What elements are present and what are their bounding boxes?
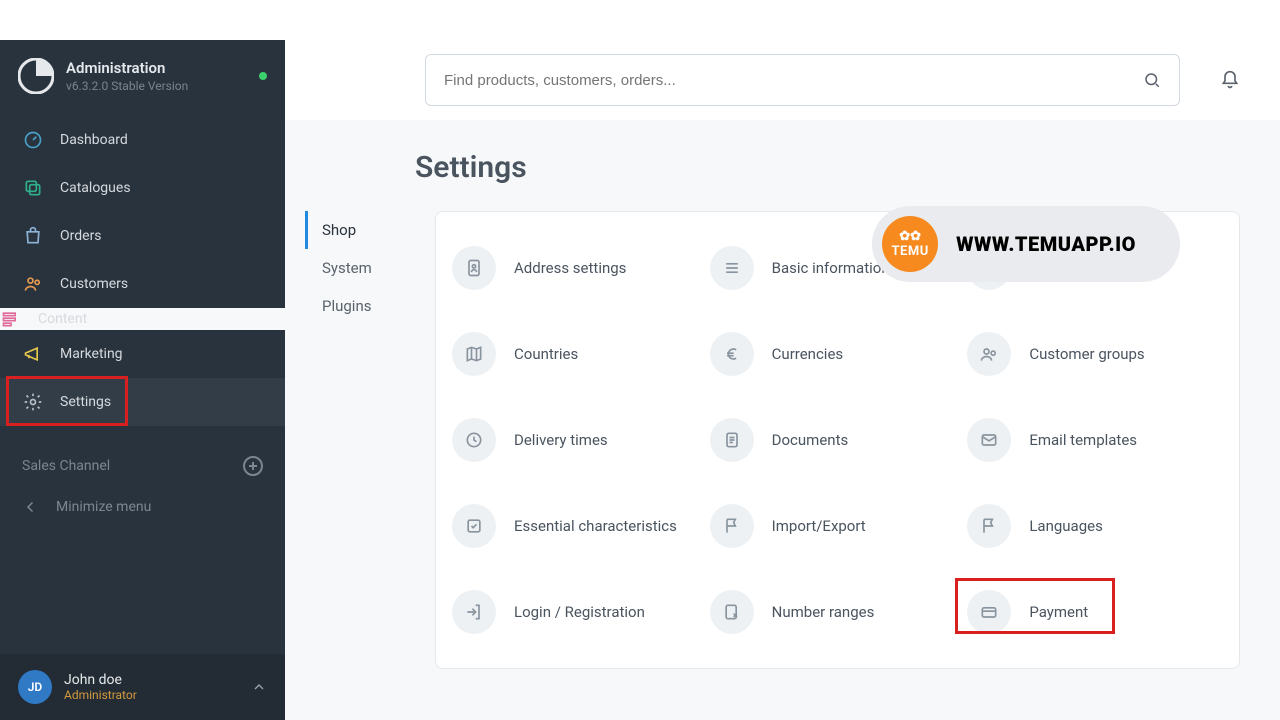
tile-number-ranges[interactable]: Number ranges xyxy=(704,586,952,638)
tile-delivery-times[interactable]: Delivery times xyxy=(446,414,694,466)
euro-icon xyxy=(710,332,754,376)
nav-label: Customers xyxy=(60,276,128,292)
tile-login-registration[interactable]: Login / Registration xyxy=(446,586,694,638)
avatar: JD xyxy=(18,670,52,704)
tile-label: Payment xyxy=(1029,603,1088,621)
nav-item-dashboard[interactable]: Dashboard xyxy=(0,116,285,164)
tile-label: Import/Export xyxy=(772,517,866,535)
nav-label: Marketing xyxy=(60,346,123,362)
tab-shop[interactable]: Shop xyxy=(305,211,415,249)
tile-label: Customer groups xyxy=(1029,345,1144,363)
tile-customer-groups[interactable]: Customer groups xyxy=(961,328,1209,380)
tile-email-templates[interactable]: Email templates xyxy=(961,414,1209,466)
nav-label: Dashboard xyxy=(60,132,128,148)
nav-label: Content xyxy=(38,311,87,327)
tile-label: Address settings xyxy=(514,259,626,277)
tile-payment[interactable]: Payment xyxy=(961,586,1209,638)
watermark-badge: ✿✿ TEMU WWW.TEMUAPP.IO xyxy=(872,206,1180,282)
chevron-left-icon xyxy=(22,498,40,516)
user-role: Administrator xyxy=(64,688,137,702)
tile-label: Documents xyxy=(772,431,849,449)
map-icon xyxy=(452,332,496,376)
tile-label: Currencies xyxy=(772,345,844,363)
minimize-label: Minimize menu xyxy=(56,499,151,515)
tab-system[interactable]: System xyxy=(305,249,415,287)
nav-item-marketing[interactable]: Marketing xyxy=(0,330,285,378)
gear-icon xyxy=(22,391,44,413)
nav-item-catalogues[interactable]: Catalogues xyxy=(0,164,285,212)
temu-logo-text: TEMU xyxy=(891,245,928,258)
tile-label: Essential characteristics xyxy=(514,517,677,535)
clock-icon xyxy=(452,418,496,462)
nav-label: Catalogues xyxy=(60,180,131,196)
tile-currencies[interactable]: Currencies xyxy=(704,328,952,380)
app-root: Administration v6.3.2.0 Stable Version D… xyxy=(0,40,1280,720)
tile-essential-characteristics[interactable]: Essential characteristics xyxy=(446,500,694,552)
tile-countries[interactable]: Countries xyxy=(446,328,694,380)
tab-plugins[interactable]: Plugins xyxy=(305,287,415,325)
nav-label: Settings xyxy=(60,394,111,410)
sales-channel-header: Sales Channel xyxy=(0,432,285,484)
watermark-text: WWW.TEMUAPP.IO xyxy=(956,232,1136,256)
id-badge-icon xyxy=(452,246,496,290)
tile-label: Email templates xyxy=(1029,431,1137,449)
primary-nav: Dashboard Catalogues Orders Customers Co… xyxy=(0,106,285,432)
settings-grid: Address settings Basic information Cart … xyxy=(446,242,1209,638)
main: Settings Shop System Plugins Address set… xyxy=(285,40,1280,720)
notifications-button[interactable] xyxy=(1220,70,1240,90)
user-bar[interactable]: JD John doe Administrator xyxy=(0,654,285,720)
flag-icon xyxy=(967,504,1011,548)
gauge-icon xyxy=(22,129,44,151)
users-group-icon xyxy=(967,332,1011,376)
search-input-wrapper[interactable] xyxy=(425,54,1180,106)
nav-item-orders[interactable]: Orders xyxy=(0,212,285,260)
login-icon xyxy=(452,590,496,634)
search-input[interactable] xyxy=(444,72,1143,89)
chevron-up-icon xyxy=(251,679,267,695)
tile-label: Basic information xyxy=(772,259,890,277)
user-info: John doe Administrator xyxy=(64,672,137,702)
nav-item-customers[interactable]: Customers xyxy=(0,260,285,308)
sidebar: Administration v6.3.2.0 Stable Version D… xyxy=(0,40,285,720)
tile-documents[interactable]: Documents xyxy=(704,414,952,466)
user-name: John doe xyxy=(64,672,137,688)
brand-logo-icon xyxy=(18,58,54,94)
app-title: Administration xyxy=(66,59,247,77)
menu-lines-icon xyxy=(710,246,754,290)
document-icon xyxy=(710,418,754,462)
search-icon xyxy=(1143,71,1161,89)
sales-channel-label: Sales Channel xyxy=(22,458,110,474)
sidebar-header: Administration v6.3.2.0 Stable Version xyxy=(0,40,285,106)
tile-label: Languages xyxy=(1029,517,1103,535)
tile-label: Number ranges xyxy=(772,603,875,621)
sidebar-title-block: Administration v6.3.2.0 Stable Version xyxy=(66,59,247,93)
nav-item-settings[interactable]: Settings xyxy=(0,378,285,426)
tile-label: Delivery times xyxy=(514,431,608,449)
temu-logo-icon: ✿✿ TEMU xyxy=(882,216,938,272)
tile-import-export[interactable]: Import/Export xyxy=(704,500,952,552)
page-title: Settings xyxy=(415,150,1250,185)
tile-label: Login / Registration xyxy=(514,603,645,621)
status-dot-icon xyxy=(259,72,267,80)
mail-icon xyxy=(967,418,1011,462)
users-icon xyxy=(22,273,44,295)
card-icon xyxy=(967,590,1011,634)
nav-item-content[interactable]: Content xyxy=(0,308,285,330)
nav-label: Orders xyxy=(60,228,102,244)
layout-icon xyxy=(0,308,22,330)
topbar xyxy=(285,40,1280,120)
tile-address-settings[interactable]: Address settings xyxy=(446,242,694,294)
add-sales-channel-button[interactable] xyxy=(243,456,263,476)
copy-icon xyxy=(22,177,44,199)
app-version: v6.3.2.0 Stable Version xyxy=(66,79,247,93)
settings-tabs: Shop System Plugins xyxy=(305,211,415,669)
checkbox-icon xyxy=(452,504,496,548)
minimize-menu-button[interactable]: Minimize menu xyxy=(0,484,285,530)
tile-languages[interactable]: Languages xyxy=(961,500,1209,552)
bag-icon xyxy=(22,225,44,247)
tile-label: Countries xyxy=(514,345,578,363)
edit-note-icon xyxy=(710,590,754,634)
flag-icon xyxy=(710,504,754,548)
megaphone-icon xyxy=(22,343,44,365)
